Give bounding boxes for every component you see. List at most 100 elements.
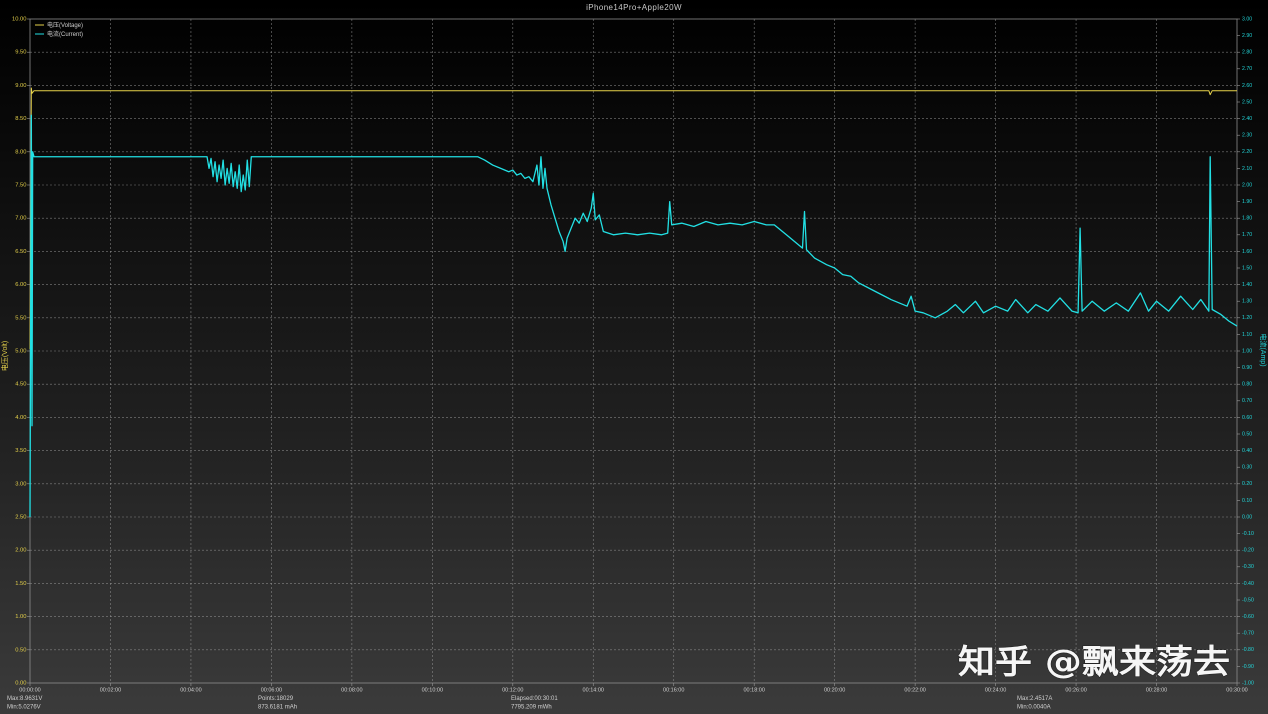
right-tick-label: 2.50 xyxy=(1242,99,1252,105)
x-tick-label: 00:16:00 xyxy=(663,688,684,694)
elapsed-stat: Elapsed:00:30:01 xyxy=(511,696,558,702)
x-tick-label: 00:22:00 xyxy=(904,688,925,694)
right-tick-label: 0.00 xyxy=(1242,514,1252,520)
left-tick-label: 2.00 xyxy=(15,548,26,554)
x-tick-label: 00:20:00 xyxy=(824,688,845,694)
right-tick-label: 1.00 xyxy=(1242,348,1252,354)
left-tick-label: 10.00 xyxy=(12,17,27,23)
series-line-current xyxy=(29,114,1238,518)
x-tick-label: 00:26:00 xyxy=(1065,688,1086,694)
left-tick-label: 5.50 xyxy=(15,315,26,321)
right-tick-label: -0.60 xyxy=(1242,614,1254,620)
left-tick-label: 2.50 xyxy=(15,515,26,521)
right-tick-label: 2.70 xyxy=(1242,66,1252,72)
right-tick-label: -0.80 xyxy=(1242,647,1254,653)
right-tick-label: 0.10 xyxy=(1242,498,1252,504)
stats-bar: Max:8.9631V Min:5.0276V Points:18029 873… xyxy=(7,696,1052,711)
right-y-axis: -1.00 -0.90 -0.80 -0.70 -0.60 -0.50 -0.40 -0.30… xyxy=(1237,16,1254,686)
x-axis: 00:00:00 00:02:00 00:04:00 00:06:00 00:08:00… xyxy=(19,683,1248,694)
right-tick-label: 1.40 xyxy=(1242,282,1252,288)
voltage-max-stat: Max:8.9631V xyxy=(7,696,42,702)
right-tick-label: 2.40 xyxy=(1242,116,1252,122)
right-tick-label: -0.70 xyxy=(1242,631,1254,637)
right-tick-label: 0.20 xyxy=(1242,481,1252,487)
right-tick-label: 0.70 xyxy=(1242,398,1252,404)
x-tick-label: 00:04:00 xyxy=(180,688,201,694)
right-tick-label: 1.70 xyxy=(1242,232,1252,238)
x-tick-label: 00:12:00 xyxy=(502,688,523,694)
x-tick-label: 00:14:00 xyxy=(583,688,604,694)
right-tick-label: -0.50 xyxy=(1242,597,1254,603)
right-tick-label: 0.80 xyxy=(1242,382,1252,388)
right-tick-label: 2.00 xyxy=(1242,182,1252,188)
points-stat: Points:18029 xyxy=(258,696,294,702)
right-tick-label: 1.50 xyxy=(1242,265,1252,271)
right-tick-label: 2.10 xyxy=(1242,166,1252,172)
chart-title: iPhone14Pro+Apple20W xyxy=(586,3,682,12)
x-tick-label: 00:28:00 xyxy=(1146,688,1167,694)
right-tick-label: 1.30 xyxy=(1242,299,1252,305)
right-tick-label: 1.20 xyxy=(1242,315,1252,321)
right-tick-label: -1.00 xyxy=(1242,680,1254,686)
charging-log-chart: iPhone14Pro+Apple20W 00:00:00 00:02:00 00:… xyxy=(0,3,1268,711)
left-axis-title: 电压(Volt) xyxy=(0,341,9,371)
right-tick-label: 0.40 xyxy=(1242,448,1252,454)
grid-lines xyxy=(30,19,1237,683)
series-line-voltage xyxy=(29,87,1237,350)
left-tick-label: 0.50 xyxy=(15,647,26,653)
x-tick-label: 00:02:00 xyxy=(100,688,121,694)
left-y-axis: 0.00 0.50 1.00 1.50 2.00 2.50 3.00 3.50 4.00 4.50… xyxy=(12,17,30,687)
x-tick-label: 00:06:00 xyxy=(261,688,282,694)
x-tick-label: 00:24:00 xyxy=(985,688,1006,694)
right-tick-label: 1.60 xyxy=(1242,249,1252,255)
series-lines xyxy=(29,87,1238,518)
right-tick-label: 2.30 xyxy=(1242,133,1252,139)
right-tick-label: 1.90 xyxy=(1242,199,1252,205)
right-tick-label: 1.80 xyxy=(1242,216,1252,222)
left-tick-label: 6.50 xyxy=(15,249,26,255)
current-min-stat: Min:0.0040A xyxy=(1017,705,1051,711)
capacity-stat: 873.6181 mAh xyxy=(258,705,297,711)
left-tick-label: 7.50 xyxy=(15,183,26,189)
left-tick-label: 7.00 xyxy=(15,216,26,222)
right-tick-label: 0.60 xyxy=(1242,415,1252,421)
right-tick-label: 0.50 xyxy=(1242,431,1252,437)
power-meter-chart-window: iPhone14Pro+Apple20W 00:00:00 00:02:00 00:… xyxy=(0,0,1268,714)
right-tick-label: 2.20 xyxy=(1242,149,1252,155)
right-tick-label: 2.80 xyxy=(1242,50,1252,56)
x-tick-label: 00:00:00 xyxy=(19,688,40,694)
x-tick-label: 00:08:00 xyxy=(341,688,362,694)
right-tick-label: 0.30 xyxy=(1242,465,1252,471)
left-tick-label: 3.50 xyxy=(15,448,26,454)
x-tick-label: 00:10:00 xyxy=(422,688,443,694)
right-tick-label: -0.40 xyxy=(1242,581,1254,587)
left-tick-label: 0.00 xyxy=(15,681,26,687)
right-tick-label: 1.10 xyxy=(1242,332,1252,338)
right-tick-label: 2.60 xyxy=(1242,83,1252,89)
left-tick-label: 4.50 xyxy=(15,382,26,388)
right-axis-title: 电流(Amp) xyxy=(1259,333,1268,366)
right-tick-label: -0.30 xyxy=(1242,564,1254,570)
current-max-stat: Max:2.4517A xyxy=(1017,696,1052,702)
x-tick-label: 00:30:00 xyxy=(1226,688,1247,694)
right-tick-label: 3.00 xyxy=(1242,16,1252,22)
right-tick-label: -0.90 xyxy=(1242,664,1254,670)
right-tick-label: -0.10 xyxy=(1242,531,1254,537)
voltage-min-stat: Min:5.0276V xyxy=(7,705,41,711)
watermark-text: 知乎 @飘来荡去 xyxy=(958,642,1230,681)
left-tick-label: 1.50 xyxy=(15,581,26,587)
legend-label-voltage: 电压(Voltage) xyxy=(47,21,83,29)
left-tick-label: 6.00 xyxy=(15,282,26,288)
energy-stat: 7795.209 mWh xyxy=(511,705,552,711)
left-tick-label: 1.00 xyxy=(15,614,26,620)
left-tick-label: 4.00 xyxy=(15,415,26,421)
left-tick-label: 8.50 xyxy=(15,116,26,122)
left-tick-label: 9.50 xyxy=(15,50,26,56)
legend-label-current: 电流(Current) xyxy=(47,30,83,38)
left-tick-label: 8.00 xyxy=(15,149,26,155)
legend: 电压(Voltage) 电流(Current) xyxy=(35,21,83,38)
x-tick-label: 00:18:00 xyxy=(743,688,764,694)
left-tick-label: 9.00 xyxy=(15,83,26,89)
left-tick-label: 3.00 xyxy=(15,481,26,487)
right-tick-label: -0.20 xyxy=(1242,548,1254,554)
